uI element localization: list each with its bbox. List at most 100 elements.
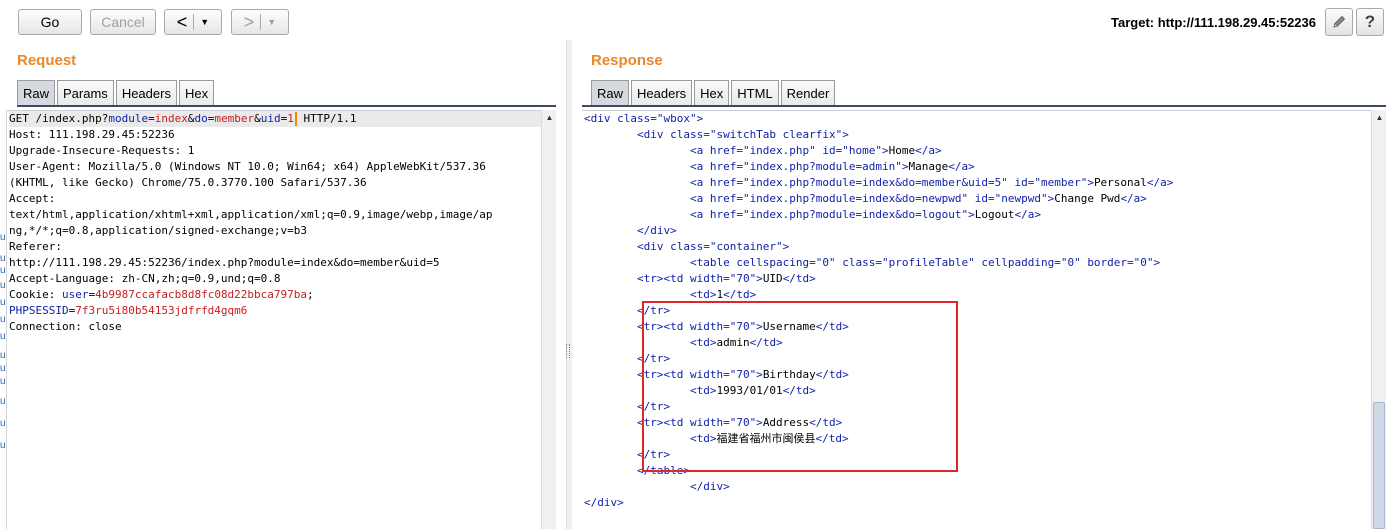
response-token: </div>	[584, 480, 730, 493]
request-token: do	[194, 112, 208, 125]
request-token: 1	[287, 112, 294, 125]
panel-divider[interactable]	[566, 40, 572, 529]
response-token: Personal	[1093, 176, 1147, 189]
request-line: Accept-Language: zh-CN,zh;q=0.9,und;q=0.…	[9, 271, 542, 287]
scroll-up-icon[interactable]: ▲	[542, 110, 557, 124]
request-scrollbar[interactable]: ▲	[541, 110, 556, 529]
response-token: <div class="container">	[584, 240, 790, 253]
gutter-mark: u	[0, 363, 6, 374]
scroll-thumb[interactable]	[1373, 402, 1385, 529]
request-token: 4b9987ccafacb8d8fc08d22bbca797ba	[95, 288, 308, 301]
response-line: <a href="index.php" id="home">Home</a>	[584, 143, 1372, 159]
response-line: </div>	[584, 223, 1372, 239]
tab-request-raw[interactable]: Raw	[17, 80, 56, 106]
request-token: index	[154, 112, 188, 125]
response-title: Response	[591, 52, 663, 69]
tab-request-hex[interactable]: Hex	[178, 80, 215, 106]
request-token: HTTP/1.1	[296, 112, 357, 125]
request-token: &	[254, 112, 261, 125]
request-token: Accept-Language: zh-CN,zh;q=0.9,und;q=0.…	[9, 272, 281, 285]
scroll-up-icon[interactable]: ▲	[1372, 110, 1386, 124]
response-token: <a href="index.php?module=admin">	[584, 160, 909, 173]
response-line: <tr><td width="70">UID</td>	[584, 271, 1372, 287]
response-token: Logout	[974, 208, 1015, 221]
request-token: Cookie:	[9, 288, 62, 301]
response-token: UID	[762, 272, 783, 285]
request-token: text/html,application/xhtml+xml,applicat…	[9, 208, 493, 221]
help-button[interactable]: ?	[1356, 8, 1384, 36]
response-scrollbar[interactable]: ▲	[1371, 110, 1386, 529]
button-separator	[193, 14, 195, 30]
tab-response-raw[interactable]: Raw	[591, 80, 630, 106]
divider-grip-icon[interactable]	[566, 344, 570, 358]
response-line: </div>	[584, 479, 1372, 495]
go-button[interactable]: Go	[18, 9, 82, 35]
edit-target-button[interactable]	[1325, 8, 1353, 36]
pencil-icon	[1333, 15, 1346, 28]
request-line: Accept:	[9, 191, 542, 207]
response-line: <table cellspacing="0" class="profileTab…	[584, 255, 1372, 271]
tab-response-headers[interactable]: Headers	[631, 80, 693, 106]
gutter-mark: u	[0, 331, 6, 342]
annotation-highlight-box	[642, 301, 958, 472]
response-token: <table cellspacing="0" class="profileTab…	[584, 256, 1161, 269]
back-dropdown-icon[interactable]: ▼	[200, 17, 209, 27]
gutter-mark: u	[0, 440, 6, 451]
response-token: Home	[888, 144, 916, 157]
tab-response-render[interactable]: Render	[780, 80, 836, 106]
tab-response-html[interactable]: HTML	[731, 80, 779, 106]
response-token: </div>	[584, 224, 677, 237]
request-line: User-Agent: Mozilla/5.0 (Windows NT 10.0…	[9, 159, 542, 175]
back-arrow-icon: <	[176, 12, 188, 32]
response-token: Manage	[908, 160, 949, 173]
response-token: <a href="index.php?module=index&do=membe…	[584, 176, 1094, 189]
back-button[interactable]: < ▼	[164, 9, 222, 35]
response-line: <a href="index.php?module=admin">Manage<…	[584, 159, 1372, 175]
request-line: Connection: close	[9, 319, 542, 335]
forward-button[interactable]: > ▼	[231, 9, 289, 35]
request-token: Host: 111.198.29.45:52236	[9, 128, 175, 141]
response-line: <div class="container">	[584, 239, 1372, 255]
request-token: 7f3ru5i80b54153jdfrfd4gqm6	[75, 304, 248, 317]
request-token: GET /index.php?	[9, 112, 109, 125]
tab-request-params[interactable]: Params	[57, 80, 114, 106]
request-line: text/html,application/xhtml+xml,applicat…	[9, 207, 542, 223]
request-line: (KHTML, like Gecko) Chrome/75.0.3770.100…	[9, 175, 542, 191]
request-token: (KHTML, like Gecko) Chrome/75.0.3770.100…	[9, 176, 367, 189]
response-line: <div class="switchTab clearfix">	[584, 127, 1372, 143]
request-editor[interactable]: GET /index.php?module=index&do=member&ui…	[7, 110, 542, 529]
toolbar: Go Cancel < ▼ > ▼ Target: http://111.198…	[0, 0, 1386, 44]
request-line: PHPSESSID=7f3ru5i80b54153jdfrfd4gqm6	[9, 303, 542, 319]
cancel-button[interactable]: Cancel	[90, 9, 156, 35]
response-line: <a href="index.php?module=index&do=logou…	[584, 207, 1372, 223]
gutter-mark: u	[0, 376, 6, 387]
request-title: Request	[17, 52, 77, 69]
request-token: PHPSESSID	[9, 304, 69, 317]
response-token: </td>	[782, 272, 816, 285]
gutter-mark: u	[0, 253, 6, 264]
left-gutter: uuuuuuuuuuuuu	[0, 110, 7, 529]
tab-request-headers[interactable]: Headers	[115, 80, 177, 106]
response-token: </a>	[1014, 208, 1041, 221]
request-line: GET /index.php?module=index&do=member&ui…	[9, 111, 542, 127]
forward-arrow-icon: >	[243, 12, 255, 32]
gutter-mark: u	[0, 265, 6, 276]
response-token: </td>	[723, 288, 757, 301]
request-tabs: Raw Params Headers Hex	[17, 80, 216, 106]
gutter-mark: u	[0, 350, 6, 361]
response-token: Change Pwd	[1054, 192, 1121, 205]
response-token: </a>	[1120, 192, 1147, 205]
gutter-mark: u	[0, 314, 6, 325]
forward-dropdown-icon[interactable]: ▼	[267, 17, 276, 27]
request-token: User-Agent: Mozilla/5.0 (Windows NT 10.0…	[9, 160, 486, 173]
request-token: Referer:	[9, 240, 62, 253]
request-token: module	[108, 112, 149, 125]
response-tabs: Raw Headers Hex HTML Render	[591, 80, 837, 106]
response-tab-underline	[582, 105, 1386, 107]
request-token: uid	[260, 112, 281, 125]
request-line: Upgrade-Insecure-Requests: 1	[9, 143, 542, 159]
response-token: </a>	[915, 144, 942, 157]
response-line: <div class="wbox">	[584, 111, 1372, 127]
response-token: </div>	[584, 496, 624, 509]
tab-response-hex[interactable]: Hex	[694, 80, 730, 106]
